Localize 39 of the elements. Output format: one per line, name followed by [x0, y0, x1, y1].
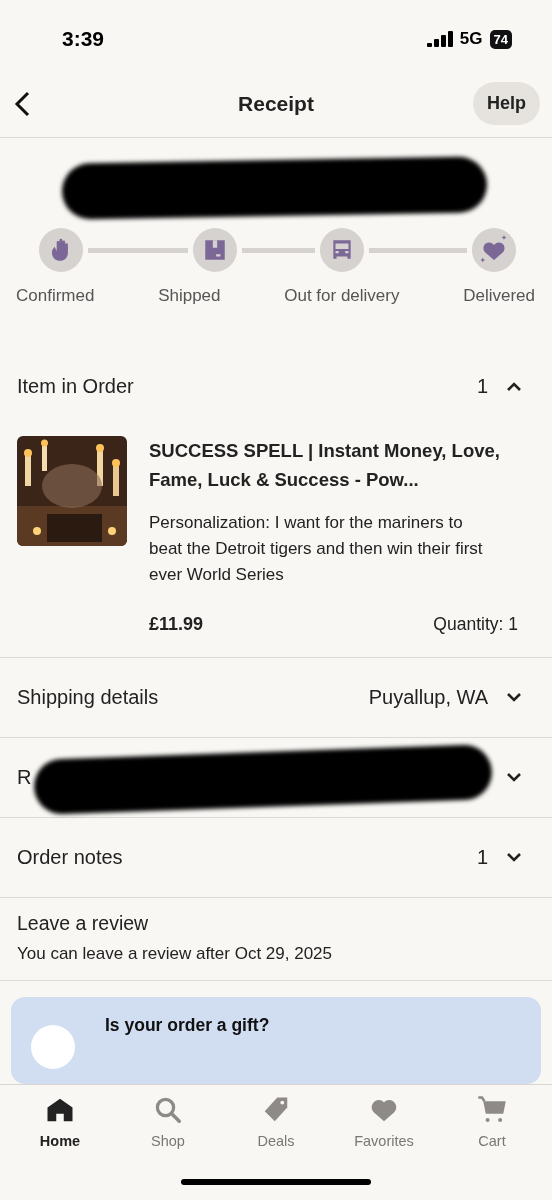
help-button[interactable]: Help — [473, 82, 540, 125]
row-title: R — [17, 765, 32, 789]
review-text: You can leave a review after Oct 29, 2025 — [17, 943, 333, 964]
tab-item[interactable]: Cart — [444, 1095, 540, 1149]
item-count: 1 — [476, 375, 488, 399]
page-title: Receipt — [238, 91, 314, 116]
back-icon[interactable] — [12, 89, 32, 118]
battery-indicator: 74 — [489, 29, 512, 49]
network-label: 5G — [459, 29, 483, 49]
chevron-down-icon[interactable] — [506, 691, 522, 704]
item-title[interactable]: SUCCESS SPELL | Instant Money, Love, Fame, Luck & Success - Pow... — [149, 436, 509, 495]
package-icon — [202, 237, 228, 263]
section-title: Item in Order — [17, 375, 134, 399]
signal-icon — [426, 31, 453, 47]
step-label: Confirmed — [16, 286, 95, 306]
gift-title: Is your order a gift? — [105, 1014, 270, 1037]
review-title: Leave a review — [17, 911, 150, 935]
step-label: Shipped — [158, 286, 221, 306]
gift-banner[interactable]: Is your order a gift? — [11, 996, 541, 1084]
step-label: Out for delivery — [284, 286, 400, 306]
row-title: Shipping details — [17, 686, 159, 709]
tab-item[interactable]: Favorites — [336, 1095, 432, 1149]
chevron-down-icon[interactable] — [506, 771, 522, 784]
status-time: 3:39 — [62, 27, 105, 51]
row-title: Order notes — [17, 845, 123, 869]
tab-item[interactable]: Home — [12, 1095, 108, 1149]
heart-sparkle-icon — [479, 235, 509, 265]
chevron-down-icon[interactable] — [506, 851, 522, 864]
item-price: £11.99 — [149, 614, 204, 636]
step-label: Delivered — [463, 286, 535, 306]
row-value: Puyallup, WA — [368, 686, 488, 709]
tab-item[interactable]: Deals — [228, 1095, 324, 1149]
search-icon — [153, 1095, 183, 1125]
personalization-text: Personalization: I want for the mariners to beat the Detroit tigers and then win their first ever World Series — [149, 512, 484, 587]
row-value: 1 — [476, 845, 488, 869]
chevron-up-icon[interactable] — [506, 380, 522, 393]
item-quantity: Quantity: 1 — [433, 614, 518, 636]
cart-icon — [477, 1095, 507, 1125]
tab-item[interactable]: Shop — [120, 1095, 216, 1149]
